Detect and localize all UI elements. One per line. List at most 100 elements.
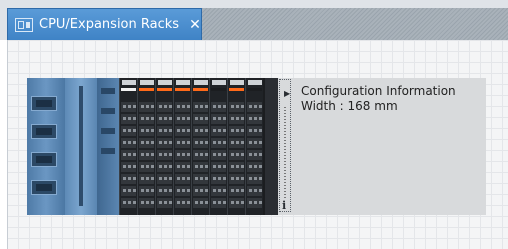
terminal-icon [31, 152, 57, 167]
terminal-icon [31, 180, 57, 195]
terminal-block-icon [229, 162, 244, 172]
power-supply-unit[interactable] [27, 78, 65, 215]
terminal-block-icon [121, 114, 136, 124]
terminal-block-icon [193, 186, 208, 196]
terminal-block-icon [157, 126, 172, 136]
terminal-icon [31, 96, 57, 111]
terminal-block-icon [229, 150, 244, 160]
terminal-block-icon [211, 162, 226, 172]
terminal-block-icon [139, 162, 154, 172]
terminal-block-icon [175, 162, 190, 172]
connector-icon [101, 148, 115, 154]
terminal-block-icon [247, 114, 262, 124]
terminal-block-icon [139, 174, 154, 184]
terminal-block-icon [175, 114, 190, 124]
io-unit[interactable] [155, 78, 173, 215]
terminal-block-icon [175, 102, 190, 112]
terminal-block-icon [229, 186, 244, 196]
terminal-block-icon [211, 126, 226, 136]
terminal-block-icon [211, 174, 226, 184]
io-unit[interactable] [245, 78, 263, 215]
terminal-block-icon [175, 126, 190, 136]
terminal-block-icon [121, 150, 136, 160]
cpu-unit-extension[interactable] [97, 78, 119, 215]
terminal-block-icon [247, 198, 262, 208]
terminal-block-icon [211, 198, 226, 208]
io-unit-label [158, 80, 172, 85]
io-unit-label [194, 80, 208, 85]
terminal-block-icon [229, 114, 244, 124]
terminal-block-icon [193, 162, 208, 172]
terminal-block-icon [139, 198, 154, 208]
terminal-block-icon [157, 162, 172, 172]
io-indicator-strip [193, 88, 208, 91]
terminal-block-icon [193, 150, 208, 160]
io-indicator-strip [175, 88, 190, 91]
close-icon[interactable]: ✕ [189, 17, 201, 33]
terminal-block-icon [175, 198, 190, 208]
tab-label: CPU/Expansion Racks [39, 17, 180, 32]
io-unit-label [248, 80, 262, 85]
terminal-block-icon [193, 174, 208, 184]
terminal-block-icon [229, 138, 244, 148]
tab-cpu-expansion-racks[interactable]: CPU/Expansion Racks ✕ [7, 8, 202, 40]
terminal-block-icon [211, 186, 226, 196]
terminal-block-icon [193, 138, 208, 148]
io-unit[interactable] [137, 78, 155, 215]
config-width-text: Width : 168 mm [301, 99, 398, 113]
io-unit-label [212, 80, 226, 85]
terminal-block-icon [157, 198, 172, 208]
io-unit[interactable] [191, 78, 209, 215]
io-indicator-strip [211, 88, 226, 91]
expand-arrow-icon[interactable]: ▶ [284, 90, 290, 98]
terminal-block-icon [247, 162, 262, 172]
terminal-block-icon [139, 126, 154, 136]
terminal-block-icon [247, 138, 262, 148]
io-indicator-strip [121, 88, 136, 91]
terminal-block-icon [247, 150, 262, 160]
terminal-block-icon [193, 198, 208, 208]
io-unit-label [230, 80, 244, 85]
panel-expander[interactable]: ▶ i [279, 79, 291, 212]
io-unit[interactable] [209, 78, 227, 215]
terminal-block-icon [121, 126, 136, 136]
terminal-block-icon [175, 150, 190, 160]
io-indicator-strip [247, 88, 262, 91]
terminal-block-icon [121, 186, 136, 196]
terminal-block-icon [121, 174, 136, 184]
terminal-block-icon [193, 102, 208, 112]
terminal-block-icon [211, 114, 226, 124]
terminal-block-icon [247, 102, 262, 112]
terminal-block-icon [175, 186, 190, 196]
tab-strip: CPU/Expansion Racks ✕ [0, 0, 508, 40]
terminal-block-icon [121, 162, 136, 172]
terminal-block-icon [121, 198, 136, 208]
end-cover[interactable] [265, 78, 278, 215]
terminal-block-icon [229, 126, 244, 136]
io-unit[interactable] [227, 78, 245, 215]
terminal-block-icon [193, 114, 208, 124]
terminal-block-icon [139, 186, 154, 196]
terminal-block-icon [229, 198, 244, 208]
terminal-block-icon [157, 174, 172, 184]
io-indicator-strip [139, 88, 154, 91]
connector-icon [101, 108, 115, 114]
editor-window: CPU/Expansion Racks ✕ ▶ i Configuration … [0, 0, 508, 249]
info-icon[interactable]: i [282, 199, 286, 212]
terminal-block-icon [157, 150, 172, 160]
io-unit[interactable] [119, 78, 137, 215]
terminal-block-icon [157, 186, 172, 196]
terminal-block-icon [157, 102, 172, 112]
terminal-block-icon [247, 126, 262, 136]
cpu-unit[interactable] [65, 78, 97, 215]
terminal-block-icon [157, 114, 172, 124]
configuration-info-panel: ▶ i Configuration Information Width : 16… [278, 78, 486, 215]
terminal-block-icon [175, 138, 190, 148]
terminal-block-icon [121, 102, 136, 112]
cpu-rack[interactable] [27, 78, 278, 215]
io-unit[interactable] [173, 78, 191, 215]
terminal-block-icon [247, 186, 262, 196]
io-unit-label [176, 80, 190, 85]
io-unit-label [122, 80, 136, 85]
io-unit-label [140, 80, 154, 85]
